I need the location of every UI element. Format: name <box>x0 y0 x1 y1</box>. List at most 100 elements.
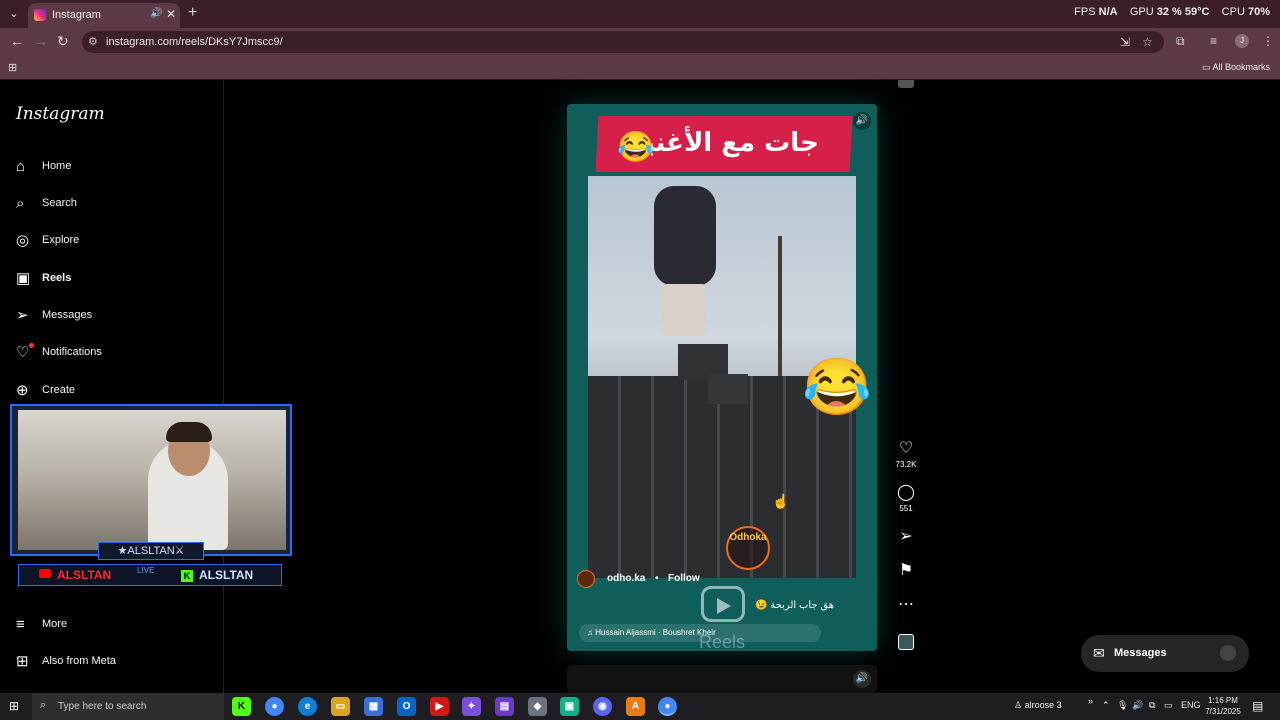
more-options-button[interactable]: ⋯ <box>893 596 919 614</box>
next-reel-mute-icon[interactable]: 🔊 <box>853 670 871 688</box>
like-button[interactable]: ♡ 73.2K <box>893 440 919 469</box>
next-reel-player[interactable]: 🔊 <box>567 665 877 693</box>
reel-audio-link[interactable]: ♫ Hussain Aljassmi · Boushret Kheir <box>579 624 821 642</box>
apps-grid-icon[interactable]: ⊞ <box>8 61 17 74</box>
browser-menu-icon[interactable]: ⋮ <box>1262 34 1274 48</box>
back-arrow-icon[interactable]: ← <box>10 33 24 49</box>
app-icon-9[interactable]: ▤ <box>495 697 514 716</box>
notification-center-icon[interactable]: ▤ <box>1252 699 1263 713</box>
site-info-icon[interactable]: ⚙ <box>88 35 98 48</box>
new-tab-button[interactable]: + <box>188 4 197 22</box>
chrome-active-app-icon[interactable]: ● <box>658 697 677 716</box>
tray-overflow-icon[interactable]: » <box>1088 696 1093 706</box>
jumper-body <box>654 186 716 286</box>
discord-app-icon[interactable]: ◉ <box>593 697 612 716</box>
bookmark-star-icon[interactable]: ☆ <box>1142 35 1153 49</box>
share-button[interactable]: ➢ <box>893 528 919 546</box>
microphone-icon[interactable]: 🎙 <box>1117 700 1128 711</box>
sidebar-item-messages[interactable]: ➢ Messages <box>16 305 206 329</box>
audio-thumbnail[interactable] <box>898 634 914 650</box>
compass-icon: ◎ <box>16 232 30 249</box>
kick-app-icon[interactable]: K <box>232 697 251 716</box>
sidebar-item-label: Search <box>42 197 77 209</box>
bookmark-icon: ⚑ <box>898 562 914 579</box>
youtube-icon <box>39 569 51 578</box>
extensions-icon[interactable]: ⧉ <box>1176 34 1185 49</box>
sidebar-item-notifications[interactable]: ♡ Notifications <box>16 342 206 366</box>
browser-toolbar: ← → ↻ ⚙ instagram.com/reels/DKsY7Jmscc9/… <box>0 28 1280 56</box>
home-icon: ⌂ <box>16 158 26 175</box>
install-app-icon[interactable]: ⇲ <box>1120 35 1130 49</box>
profile-avatar[interactable]: J <box>1235 34 1249 48</box>
webcam-video <box>18 410 286 550</box>
reload-icon[interactable]: ↻ <box>57 33 69 50</box>
address-bar[interactable]: ⚙ instagram.com/reels/DKsY7Jmscc9/ ⇲ ☆ <box>82 31 1164 53</box>
follow-button[interactable]: Follow <box>668 573 700 584</box>
tab-instagram[interactable]: Instagram 🔊 ✕ <box>28 3 180 28</box>
save-button[interactable]: ⚑ <box>893 562 919 580</box>
author-username[interactable]: odho.ka <box>607 573 645 584</box>
webcam-frame <box>10 404 292 556</box>
tab-close-icon[interactable]: ✕ <box>166 7 176 21</box>
sidebar-item-more[interactable]: ≡ More <box>16 614 206 638</box>
tab-audio-icon[interactable]: 🔊 <box>150 8 162 19</box>
sidebar-item-search[interactable]: ⌕ Search <box>16 193 206 217</box>
sidebar-item-label: Explore <box>42 234 80 246</box>
tray-chevron-icon[interactable]: ⌃ <box>1102 700 1110 711</box>
app-icon-11[interactable]: ▣ <box>560 697 579 716</box>
kick-handle: K ALSLTAN <box>181 568 253 582</box>
sidebar-item-explore[interactable]: ◎ Explore <box>16 230 206 254</box>
tray-user[interactable]: ♙ alroose 3 <box>1014 700 1062 711</box>
comment-button[interactable]: ◯ 551 <box>893 484 919 513</box>
sidebar-item-label: Messages <box>42 309 93 321</box>
search-icon: ⌕ <box>16 195 25 212</box>
reel-caption[interactable]: هق جاب الربحة 😉 <box>755 600 834 611</box>
author-avatar[interactable] <box>577 570 595 588</box>
taskbar-clock[interactable]: 1:16 PM 7/31/2025 <box>1200 695 1246 717</box>
chrome-app-icon[interactable]: ● <box>265 697 284 716</box>
messenger-icon: ✉ <box>1093 645 1105 661</box>
language-indicator[interactable]: ENG <box>1181 700 1201 710</box>
tab-search-chevron-icon[interactable]: ⌄ <box>4 5 24 23</box>
kick-icon: K <box>181 570 193 582</box>
youtube-handle: ALSLTAN <box>39 568 111 582</box>
app-icon-8[interactable]: ✦ <box>462 697 481 716</box>
youtube-app-icon[interactable]: ▶ <box>430 697 449 716</box>
display-icon[interactable]: ▭ <box>1164 700 1173 711</box>
windows-start-icon[interactable]: ⊞ <box>9 699 23 713</box>
gpu-temp: 59°C <box>1184 6 1210 18</box>
sidebar-item-reels[interactable]: ▣ Reels <box>16 268 206 292</box>
file-explorer-icon[interactable]: ▭ <box>331 697 350 716</box>
heart-icon: ♡ <box>898 440 914 457</box>
media-controls-icon[interactable]: ≡ <box>1210 34 1217 48</box>
all-bookmarks-button[interactable]: ▭ All Bookmarks <box>1202 62 1270 73</box>
taskbar-search[interactable]: ⌕ Type here to search <box>32 693 224 720</box>
sidebar-item-label: Also from Meta <box>42 655 116 667</box>
cpu-value: 70% <box>1247 6 1270 18</box>
bookmarks-bar: ⊞ ▭ All Bookmarks <box>0 56 1280 80</box>
edge-app-icon[interactable]: e <box>298 697 317 716</box>
instagram-page: Instagram ⌂ Home ⌕ Search ◎ Explore ▣ Re… <box>0 80 1280 693</box>
reel-video[interactable]: 😂 Odhoka <box>588 176 872 578</box>
previous-reel-thumbnail[interactable] <box>898 80 914 88</box>
app-icon-13[interactable]: A <box>626 697 645 716</box>
laughing-emoji-icon: 😂 <box>617 131 655 164</box>
all-bookmarks-label: All Bookmarks <box>1212 62 1270 72</box>
sidebar-item-label: More <box>42 618 68 630</box>
sidebar-item-also-from-meta[interactable]: ⊞ Also from Meta <box>16 651 206 675</box>
volume-icon[interactable]: 🔊 <box>1132 700 1143 711</box>
address-url[interactable]: instagram.com/reels/DKsY7Jmscc9/ <box>106 36 283 48</box>
app-icon-10[interactable]: ◈ <box>528 697 547 716</box>
mute-toggle-icon[interactable]: 🔊 <box>853 112 871 130</box>
network-icon[interactable]: ⧉ <box>1149 700 1155 711</box>
tab-title: Instagram <box>52 9 101 21</box>
instagram-logo[interactable]: Instagram <box>16 104 105 124</box>
forward-arrow-icon[interactable]: → <box>34 33 48 49</box>
messages-drawer-button[interactable]: ✉ Messages <box>1081 635 1249 672</box>
reel-player[interactable]: جات مع الأغنية 😂 🔊 😂 Odhoka odho.ka • Fo… <box>567 104 877 651</box>
sidebar-item-home[interactable]: ⌂ Home <box>16 156 206 180</box>
store-app-icon[interactable]: ▦ <box>364 697 383 716</box>
fps-label: FPS <box>1074 6 1096 18</box>
search-icon: ⌕ <box>40 699 47 711</box>
outlook-app-icon[interactable]: O <box>397 697 416 716</box>
